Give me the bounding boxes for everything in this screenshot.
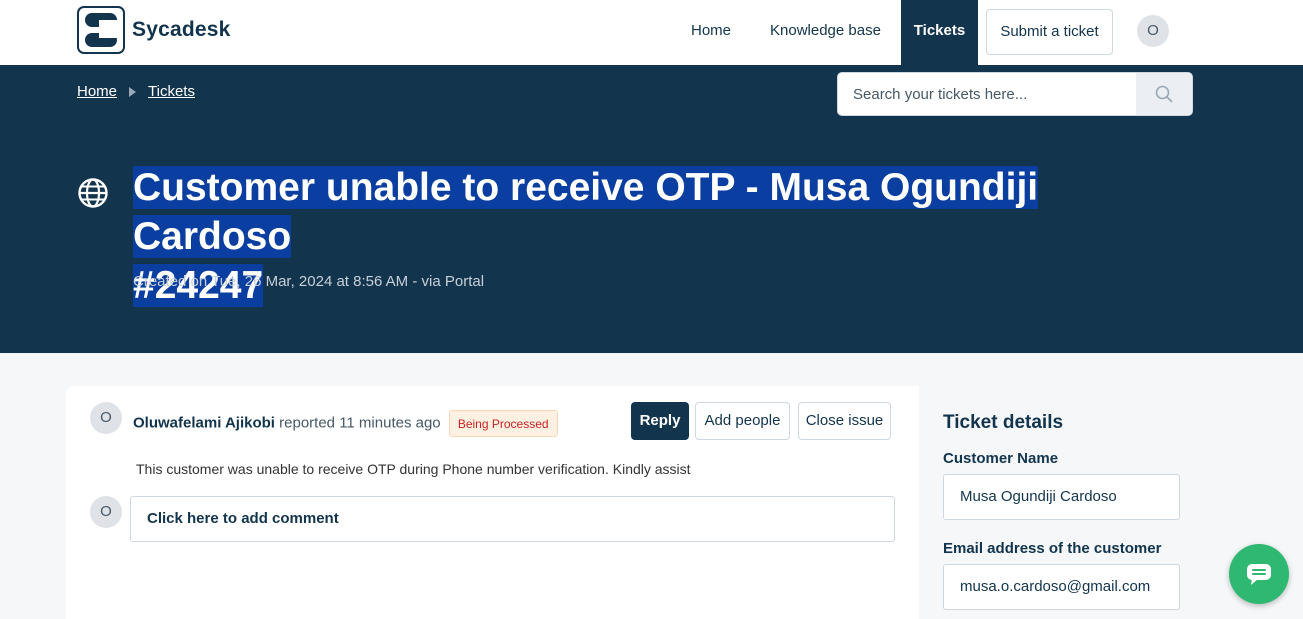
reporter-name: Oluwafelami Ajikobi xyxy=(133,414,275,432)
search-button[interactable] xyxy=(1136,73,1192,115)
ticket-description: This customer was unable to receive OTP … xyxy=(136,461,691,477)
status-badge: Being Processed xyxy=(448,410,558,437)
nav-tickets[interactable]: Tickets xyxy=(901,0,978,65)
close-issue-button[interactable]: Close issue xyxy=(798,402,891,440)
add-comment-field[interactable]: Click here to add comment xyxy=(130,496,895,542)
reported-time: reported 11 minutes ago xyxy=(279,414,441,432)
reporter-avatar: O xyxy=(90,402,122,434)
logo-icon xyxy=(77,6,125,54)
ticket-conversation: O Oluwafelami Ajikobi reported 11 minute… xyxy=(66,386,919,619)
breadcrumb: Home Tickets xyxy=(77,83,195,100)
customer-name-field[interactable]: Musa Ogundiji Cardoso xyxy=(943,474,1180,520)
email-field[interactable]: musa.o.cardoso@gmail.com xyxy=(943,564,1180,610)
submit-ticket-button[interactable]: Submit a ticket xyxy=(986,9,1113,55)
search-input[interactable] xyxy=(838,73,1138,115)
search-icon xyxy=(1155,85,1173,103)
chat-widget-button[interactable] xyxy=(1229,544,1289,604)
top-navbar: Sycadesk Home Knowledge base Tickets Sub… xyxy=(0,0,1303,65)
ticket-created-info: Created on Tue, 26 Mar, 2024 at 8:56 AM … xyxy=(133,273,485,290)
brand-logo[interactable]: Sycadesk xyxy=(77,6,231,54)
reply-button[interactable]: Reply xyxy=(631,402,689,440)
add-people-button[interactable]: Add people xyxy=(695,402,790,440)
nav-knowledge-base[interactable]: Knowledge base xyxy=(770,0,881,65)
customer-name-label: Customer Name xyxy=(943,450,1059,467)
ticket-header: Home Tickets Customer unable to receive … xyxy=(0,65,1303,353)
brand-name: Sycadesk xyxy=(132,18,231,41)
ticket-details-title: Ticket details xyxy=(943,412,1064,433)
email-label: Email address of the customer xyxy=(943,540,1162,557)
ticket-title-line1: Customer unable to receive OTP - Musa Og… xyxy=(133,166,1039,258)
chevron-right-icon xyxy=(129,86,137,97)
commenter-avatar: O xyxy=(90,496,122,528)
user-avatar[interactable]: O xyxy=(1137,15,1169,47)
breadcrumb-home[interactable]: Home xyxy=(77,83,117,100)
ticket-details-panel: Ticket details Customer Name Musa Ogundi… xyxy=(919,386,1204,619)
globe-icon xyxy=(78,178,108,208)
ticket-card: O Oluwafelami Ajikobi reported 11 minute… xyxy=(66,386,1204,619)
ticket-search xyxy=(837,72,1193,116)
breadcrumb-tickets[interactable]: Tickets xyxy=(148,83,195,100)
chat-icon xyxy=(1247,564,1271,585)
reporter-line: Oluwafelami Ajikobi reported 11 minutes … xyxy=(133,410,558,437)
nav-home[interactable]: Home xyxy=(691,0,731,65)
